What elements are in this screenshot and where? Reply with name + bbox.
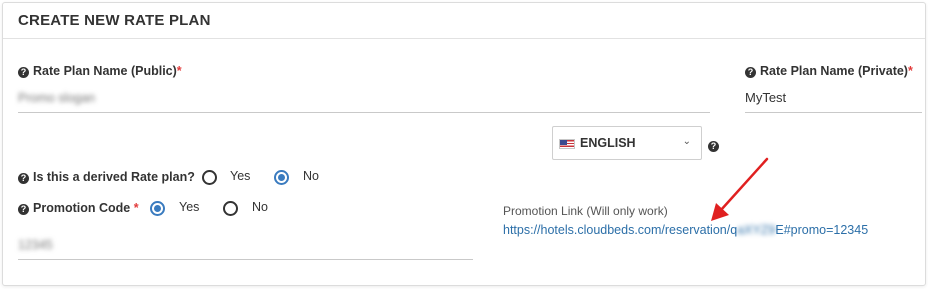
private-name-input[interactable]: MyTest (745, 90, 786, 105)
promotion-code-underline (18, 259, 473, 260)
help-icon[interactable]: ? (18, 67, 29, 78)
derived-no-label: No (303, 169, 319, 183)
promotion-code-input[interactable]: 12345 (18, 238, 53, 252)
promo-no-radio[interactable] (223, 201, 238, 216)
promo-no-label: No (252, 200, 268, 214)
private-name-label: ? Rate Plan Name (Private)* (745, 64, 913, 78)
help-icon[interactable]: ? (745, 67, 756, 78)
public-name-underline (18, 112, 710, 113)
language-select[interactable]: ENGLISH ⌄ (552, 126, 702, 160)
language-selected: ENGLISH (580, 136, 636, 150)
private-name-underline (745, 112, 922, 113)
promo-yes-label: Yes (179, 200, 200, 214)
public-name-input[interactable]: Promo slogan (18, 91, 95, 105)
derived-rate-label: ? Is this a derived Rate plan? (18, 170, 195, 184)
derived-yes-label: Yes (230, 169, 251, 183)
us-flag-icon (559, 139, 575, 149)
annotation-arrow-icon (711, 157, 769, 221)
help-icon[interactable]: ? (18, 204, 29, 215)
help-icon[interactable]: ? (708, 141, 719, 152)
promotion-link-label: Promotion Link (Will only work) (503, 204, 668, 218)
promo-yes-radio[interactable] (150, 201, 165, 216)
rate-plan-panel: CREATE NEW RATE PLAN ? Rate Plan Name (Pu… (2, 2, 926, 286)
derived-no-radio[interactable] (274, 170, 289, 185)
public-name-label: ? Rate Plan Name (Public)* (18, 64, 182, 78)
panel-header: CREATE NEW RATE PLAN (3, 3, 925, 39)
page-title: CREATE NEW RATE PLAN (18, 12, 211, 29)
promotion-link[interactable]: https://hotels.cloudbeds.com/reservation… (503, 223, 868, 237)
derived-yes-radio[interactable] (202, 170, 217, 185)
promotion-code-label: ? Promotion Code * (18, 201, 139, 215)
chevron-down-icon: ⌄ (682, 136, 691, 147)
help-icon[interactable]: ? (18, 173, 29, 184)
